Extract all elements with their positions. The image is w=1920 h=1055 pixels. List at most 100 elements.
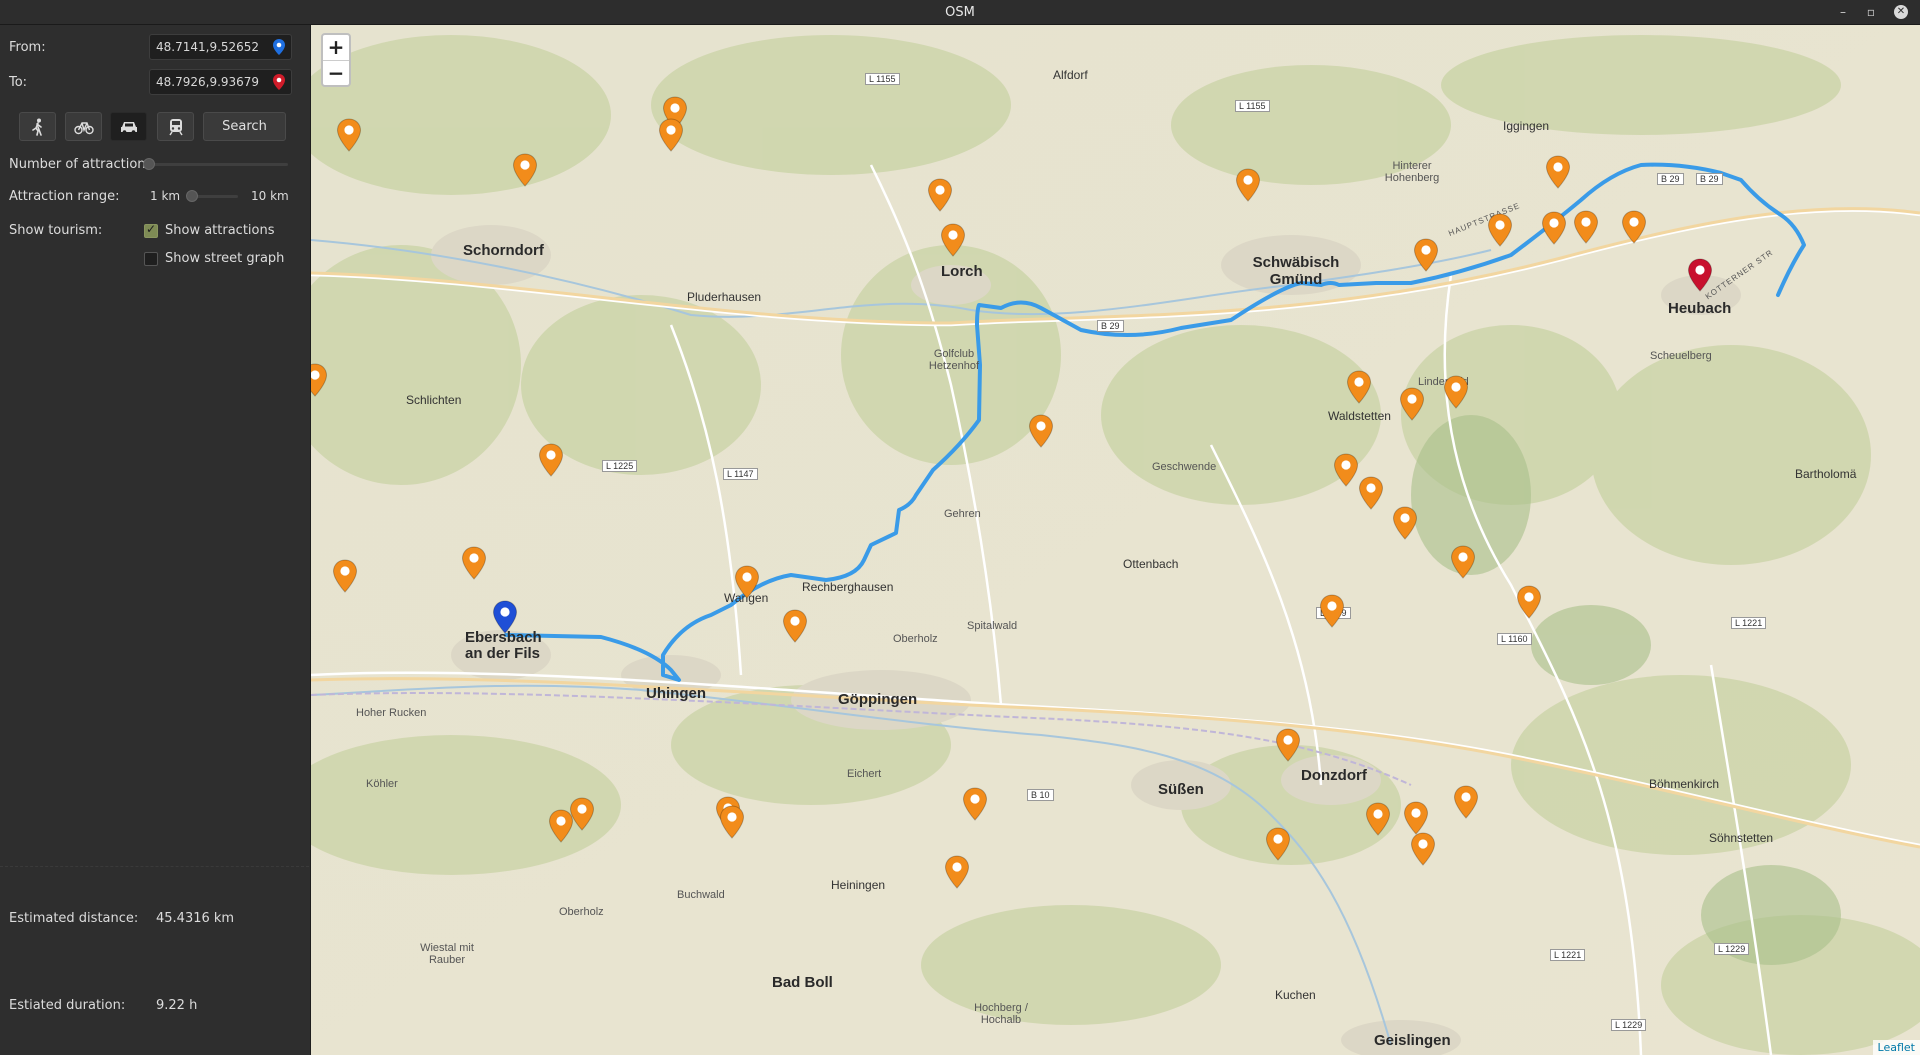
attraction-marker-icon[interactable] <box>1265 827 1291 861</box>
place-label: Bartholomä <box>1795 467 1857 481</box>
attraction-marker-icon[interactable] <box>311 363 328 397</box>
close-icon[interactable]: ✕ <box>1894 5 1908 19</box>
train-mode-button[interactable] <box>157 112 194 141</box>
to-field[interactable]: 48.7926,9.93679 <box>149 69 292 95</box>
place-label: Golfclub Hetzenhof <box>928 348 980 372</box>
num-attraction-slider[interactable] <box>146 163 288 166</box>
attraction-marker-icon[interactable] <box>734 565 760 599</box>
minimize-icon[interactable]: – <box>1836 5 1850 19</box>
attraction-marker-icon[interactable] <box>782 609 808 643</box>
tourism-label: Show tourism: <box>9 223 103 238</box>
zoom-out-button[interactable]: − <box>323 61 349 86</box>
attraction-marker-icon[interactable] <box>1358 476 1384 510</box>
range-slider-handle[interactable] <box>186 190 198 202</box>
attraction-marker-icon[interactable] <box>1545 155 1571 189</box>
attraction-marker-icon[interactable] <box>1453 785 1479 819</box>
place-label: Uhingen <box>646 685 706 702</box>
attraction-marker-icon[interactable] <box>332 559 358 593</box>
range-min-label: 1 km <box>150 189 181 203</box>
place-label: Iggingen <box>1503 119 1550 133</box>
attraction-marker-icon[interactable] <box>1028 414 1054 448</box>
road-shield: L 1229 <box>1714 943 1750 955</box>
place-label: Oberholz <box>559 906 604 918</box>
road-shield: B 29 <box>1097 320 1124 332</box>
road-shield: L 1221 <box>1731 617 1767 629</box>
show-attractions-label[interactable]: Show attractions <box>165 223 275 238</box>
num-attraction-slider-handle[interactable] <box>143 158 155 170</box>
attraction-marker-icon[interactable] <box>1450 545 1476 579</box>
attraction-marker-icon[interactable] <box>1399 387 1425 421</box>
search-button[interactable]: Search <box>203 112 286 141</box>
place-label: Alfdorf <box>1053 68 1088 82</box>
walk-icon <box>31 118 42 136</box>
from-field[interactable]: 48.7141,9.52652 <box>149 34 292 60</box>
attraction-marker-icon[interactable] <box>1235 168 1261 202</box>
to-label: To: <box>9 75 28 90</box>
leaflet-attribution-link[interactable]: Leaflet <box>1872 1040 1920 1055</box>
map-view[interactable]: + − Schorndorf Pluderhausen Lorch Schwäb… <box>311 25 1920 1055</box>
attraction-marker-icon[interactable] <box>962 787 988 821</box>
road-shield: B 29 <box>1696 173 1723 185</box>
attraction-marker-icon[interactable] <box>719 805 745 839</box>
place-label: Böhmenkirch <box>1649 777 1720 791</box>
place-label: Scheuelberg <box>1650 350 1712 362</box>
attraction-marker-icon[interactable] <box>1319 594 1345 628</box>
attraction-marker-icon[interactable] <box>569 797 595 831</box>
attraction-marker-icon[interactable] <box>1487 213 1513 247</box>
walk-mode-button[interactable] <box>19 112 56 141</box>
place-label: Kuchen <box>1275 988 1316 1002</box>
end-marker-icon[interactable] <box>1687 258 1713 292</box>
attraction-marker-icon[interactable] <box>1403 801 1429 835</box>
attraction-marker-icon[interactable] <box>1333 453 1359 487</box>
from-value: 48.7141,9.52652 <box>156 40 260 54</box>
attraction-marker-icon[interactable] <box>1365 802 1391 836</box>
place-label: Donzdorf <box>1301 767 1367 784</box>
attraction-marker-icon[interactable] <box>336 118 362 152</box>
show-attractions-checkbox[interactable] <box>144 222 158 238</box>
road-shield: L 1147 <box>723 468 758 480</box>
attraction-marker-icon[interactable] <box>927 178 953 212</box>
place-label: Pluderhausen <box>687 290 762 304</box>
attraction-marker-icon[interactable] <box>1392 506 1418 540</box>
attraction-marker-icon[interactable] <box>940 223 966 257</box>
place-label: Geschwende <box>1152 461 1217 473</box>
road-shield: L 1229 <box>1611 1019 1647 1031</box>
place-label: Wiestal mit Rauber <box>420 942 474 966</box>
place-label: Heubach <box>1668 300 1732 317</box>
attraction-marker-icon[interactable] <box>944 855 970 889</box>
sidebar-panel: From: 48.7141,9.52652 To: 48.7926,9.9367… <box>0 25 311 1055</box>
attraction-marker-icon[interactable] <box>538 443 564 477</box>
duration-label: Estiated duration: <box>9 998 126 1013</box>
maximize-icon[interactable]: ▫ <box>1864 5 1878 19</box>
place-label: Gehren <box>944 508 981 520</box>
place-label: Süßen <box>1158 781 1204 798</box>
attraction-marker-icon[interactable] <box>1541 211 1567 245</box>
place-label: Hochberg / Hochalb <box>974 1002 1028 1026</box>
num-attraction-label: Number of attraction: <box>9 157 150 172</box>
show-street-graph-label[interactable]: Show street graph <box>165 251 284 266</box>
attraction-marker-icon[interactable] <box>1573 210 1599 244</box>
attraction-marker-icon[interactable] <box>1516 585 1542 619</box>
road-shield: L 1160 <box>1497 633 1532 645</box>
attraction-marker-icon[interactable] <box>658 118 684 152</box>
car-mode-button[interactable] <box>110 112 147 141</box>
attraction-marker-icon[interactable] <box>1346 370 1372 404</box>
place-label: Schlichten <box>406 393 462 407</box>
show-street-graph-checkbox[interactable] <box>144 252 158 266</box>
bike-mode-button[interactable] <box>65 112 102 141</box>
attraction-marker-icon[interactable] <box>1413 238 1439 272</box>
attraction-marker-icon[interactable] <box>1410 832 1436 866</box>
attraction-marker-icon[interactable] <box>461 546 487 580</box>
car-icon <box>120 121 137 134</box>
attraction-marker-icon[interactable] <box>1275 728 1301 762</box>
attraction-marker-icon[interactable] <box>1443 375 1469 409</box>
zoom-in-button[interactable]: + <box>323 35 349 61</box>
bike-icon <box>73 121 94 134</box>
attraction-marker-icon[interactable] <box>512 153 538 187</box>
place-label: Geislingen <box>1374 1032 1451 1049</box>
start-marker-icon[interactable] <box>492 600 518 634</box>
window-title: OSM <box>945 5 975 20</box>
attraction-marker-icon[interactable] <box>1621 210 1647 244</box>
place-label: Lorch <box>941 263 983 280</box>
train-icon <box>168 118 183 135</box>
